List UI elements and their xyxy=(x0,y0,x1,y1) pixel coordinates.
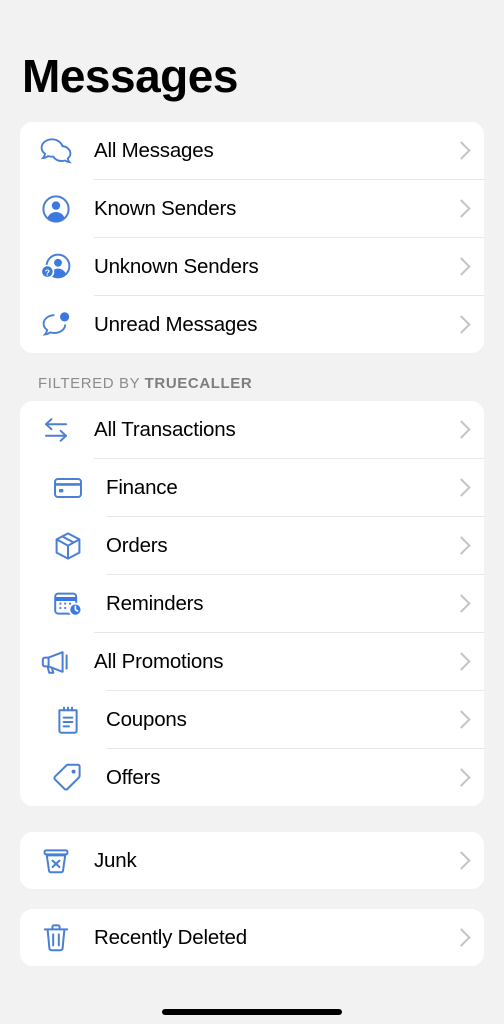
list-item-reminders[interactable]: Reminders xyxy=(20,575,484,633)
list-item-label: All Messages xyxy=(94,138,214,162)
price-tag-icon xyxy=(48,763,88,793)
home-indicator-area xyxy=(0,1009,504,1015)
messages-filter-screen: Messages All Messages Known Senders ? Un… xyxy=(0,0,504,1024)
package-box-icon xyxy=(48,531,88,561)
list-item-all-messages[interactable]: All Messages xyxy=(20,122,484,180)
chevron-right-icon xyxy=(452,928,471,947)
chevron-right-icon xyxy=(452,141,471,160)
chevron-right-icon xyxy=(452,420,471,439)
list-item-label: Junk xyxy=(94,848,137,872)
section-header-brand: TRUECALLER xyxy=(144,375,253,393)
svg-text:?: ? xyxy=(45,267,50,277)
person-question-icon: ? xyxy=(36,252,76,282)
credit-card-icon xyxy=(48,476,88,500)
list-item-known-senders[interactable]: Known Senders xyxy=(20,180,484,238)
list-item-coupons[interactable]: Coupons xyxy=(20,691,484,749)
list-item-finance[interactable]: Finance xyxy=(20,459,484,517)
junk-card: Junk xyxy=(20,832,484,890)
chevron-right-icon xyxy=(452,594,471,613)
two-speech-bubbles-icon xyxy=(36,136,76,166)
list-item-label: Offers xyxy=(106,765,161,789)
chevron-right-icon xyxy=(452,536,471,555)
chevron-right-icon xyxy=(452,315,471,334)
list-item-label: Unread Messages xyxy=(94,312,258,336)
list-item-offers[interactable]: Offers xyxy=(20,749,484,807)
list-item-label: All Promotions xyxy=(94,649,224,673)
list-item-label: Reminders xyxy=(106,591,204,615)
chevron-right-icon xyxy=(452,710,471,729)
recently-deleted-card: Recently Deleted xyxy=(20,909,484,967)
home-indicator[interactable] xyxy=(162,1009,342,1015)
chevron-right-icon xyxy=(452,199,471,218)
page-title: Messages xyxy=(22,50,238,102)
list-item-label: Known Senders xyxy=(94,196,237,220)
list-item-orders[interactable]: Orders xyxy=(20,517,484,575)
person-circle-icon xyxy=(36,194,76,224)
list-item-junk[interactable]: Junk xyxy=(20,832,484,890)
trash-can-icon xyxy=(36,923,76,953)
truecaller-filter-card: All Transactions Finance Orders Reminder… xyxy=(20,401,484,807)
chevron-right-icon xyxy=(452,851,471,870)
list-item-label: Recently Deleted xyxy=(94,925,247,949)
speech-bubble-badge-icon xyxy=(36,310,76,340)
clipboard-icon xyxy=(48,705,88,735)
chevron-right-icon xyxy=(452,478,471,497)
section-header-prefix: FILTERED BY xyxy=(38,375,145,393)
transfer-arrows-icon xyxy=(36,416,76,444)
list-item-label: Coupons xyxy=(106,707,187,731)
messages-filter-card: All Messages Known Senders ? Unknown Sen… xyxy=(20,122,484,354)
list-item-all-transactions[interactable]: All Transactions xyxy=(20,401,484,459)
section-header-filtered-by: FILTERED BY TRUECALLER xyxy=(0,353,504,401)
list-item-label: Unknown Senders xyxy=(94,254,259,278)
trash-x-icon xyxy=(36,847,76,875)
list-item-recently-deleted[interactable]: Recently Deleted xyxy=(20,909,484,967)
chevron-right-icon xyxy=(452,257,471,276)
list-item-unread-messages[interactable]: Unread Messages xyxy=(20,296,484,354)
calendar-clock-icon xyxy=(48,590,88,618)
list-item-label: All Transactions xyxy=(94,417,236,441)
list-item-label: Finance xyxy=(106,475,178,499)
megaphone-icon xyxy=(36,648,76,676)
list-item-unknown-senders[interactable]: ? Unknown Senders xyxy=(20,238,484,296)
chevron-right-icon xyxy=(452,768,471,787)
list-item-label: Orders xyxy=(106,533,168,557)
list-item-all-promotions[interactable]: All Promotions xyxy=(20,633,484,691)
chevron-right-icon xyxy=(452,652,471,671)
